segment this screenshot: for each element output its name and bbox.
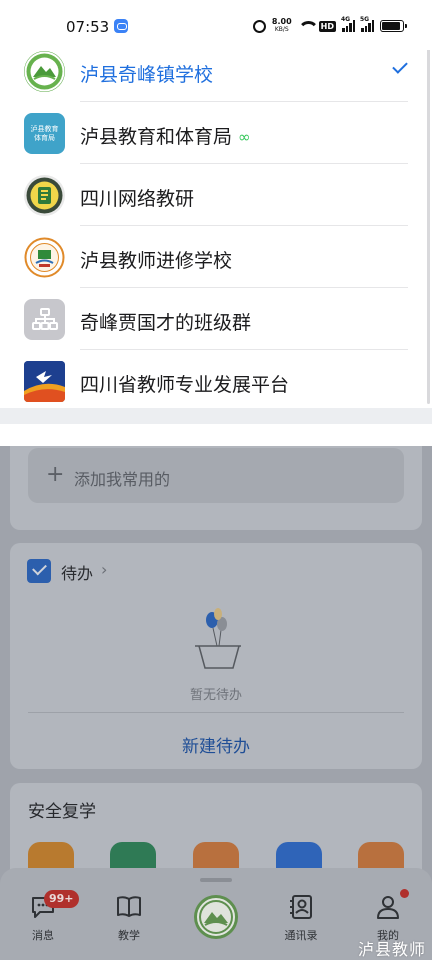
organization-dropdown: 泸县奇峰镇学校 泸县教育体育局 泸县教育和体育局 ∞ 四川网络教研 泸县教师进修…: [0, 40, 432, 408]
battery-icon: [380, 20, 407, 32]
contacts-icon: [290, 895, 312, 919]
platform-logo-icon: [24, 361, 65, 402]
linked-icon: ∞: [238, 128, 251, 146]
chevron-right-icon[interactable]: ›: [101, 560, 107, 579]
org-name: 四川网络教研: [80, 188, 195, 210]
app-notification-icon: [114, 19, 128, 33]
tab-contacts[interactable]: 通讯录: [269, 894, 333, 943]
empty-balloon-icon: [195, 608, 241, 669]
watermark: 泸县教师: [357, 940, 426, 959]
org-name: 泸县教师进修学校: [80, 250, 233, 272]
hd-icon: HD: [318, 20, 336, 32]
school-logo-icon: [24, 51, 65, 92]
divider: [28, 712, 404, 713]
home-logo-icon[interactable]: [193, 894, 239, 940]
message-badge: 99+: [44, 890, 79, 908]
status-bar: 07:53 8.00 KB/S HD 4G 5G: [0, 0, 432, 50]
bureau-logo-icon: 泸县教育体育局: [24, 113, 65, 154]
org-item-teacher-training-school[interactable]: 泸县教师进修学校: [0, 226, 432, 288]
org-name: 四川省教师专业发展平台: [80, 374, 290, 396]
signal-4g-icon: 4G: [341, 16, 355, 32]
safe-return-title: 安全复学: [28, 802, 96, 822]
plus-icon: +: [46, 462, 65, 487]
org-item-teacher-platform[interactable]: 四川省教师专业发展平台: [0, 350, 432, 412]
panel-separator: [0, 408, 432, 424]
network-research-logo-icon: [24, 175, 65, 216]
tab-teaching[interactable]: 教学: [97, 894, 161, 943]
add-favorite-label: 添加我常用的: [74, 470, 171, 489]
profile-icon: [377, 896, 399, 919]
wifi-icon: [297, 20, 319, 32]
org-item-education-bureau[interactable]: 泸县教育体育局 泸县教育和体育局 ∞: [0, 102, 432, 164]
org-name: 泸县奇峰镇学校: [80, 64, 214, 86]
org-item-class-group[interactable]: 奇峰贾国才的班级群: [0, 288, 432, 350]
org-item-sichuan-network[interactable]: 四川网络教研: [0, 164, 432, 226]
empty-todo-text: 暂无待办: [189, 688, 242, 703]
status-icons: 8.00 KB/S HD 4G 5G: [252, 16, 407, 35]
new-todo-button[interactable]: 新建待办: [0, 732, 432, 757]
scrollbar[interactable]: [427, 44, 430, 404]
book-icon: [117, 896, 141, 917]
org-name: 奇峰贾国才的班级群: [80, 312, 252, 334]
check-icon: [392, 58, 408, 74]
drag-handle[interactable]: [200, 878, 232, 882]
add-favorite-button[interactable]: + 添加我常用的: [28, 448, 404, 503]
class-group-icon: [24, 299, 65, 340]
teacher-school-logo-icon: [24, 237, 65, 278]
todo-title[interactable]: 待办: [61, 560, 93, 584]
alarm-icon: [252, 19, 266, 33]
todo-checkbox-icon: [27, 559, 51, 583]
signal-5g-icon: 5G: [360, 16, 374, 32]
network-speed: 8.00 KB/S: [271, 17, 292, 34]
status-time: 07:53: [66, 18, 110, 36]
profile-notification-dot: [400, 889, 409, 898]
panel-bottom: [0, 424, 432, 446]
org-name: 泸县教育和体育局 ∞: [80, 126, 251, 148]
